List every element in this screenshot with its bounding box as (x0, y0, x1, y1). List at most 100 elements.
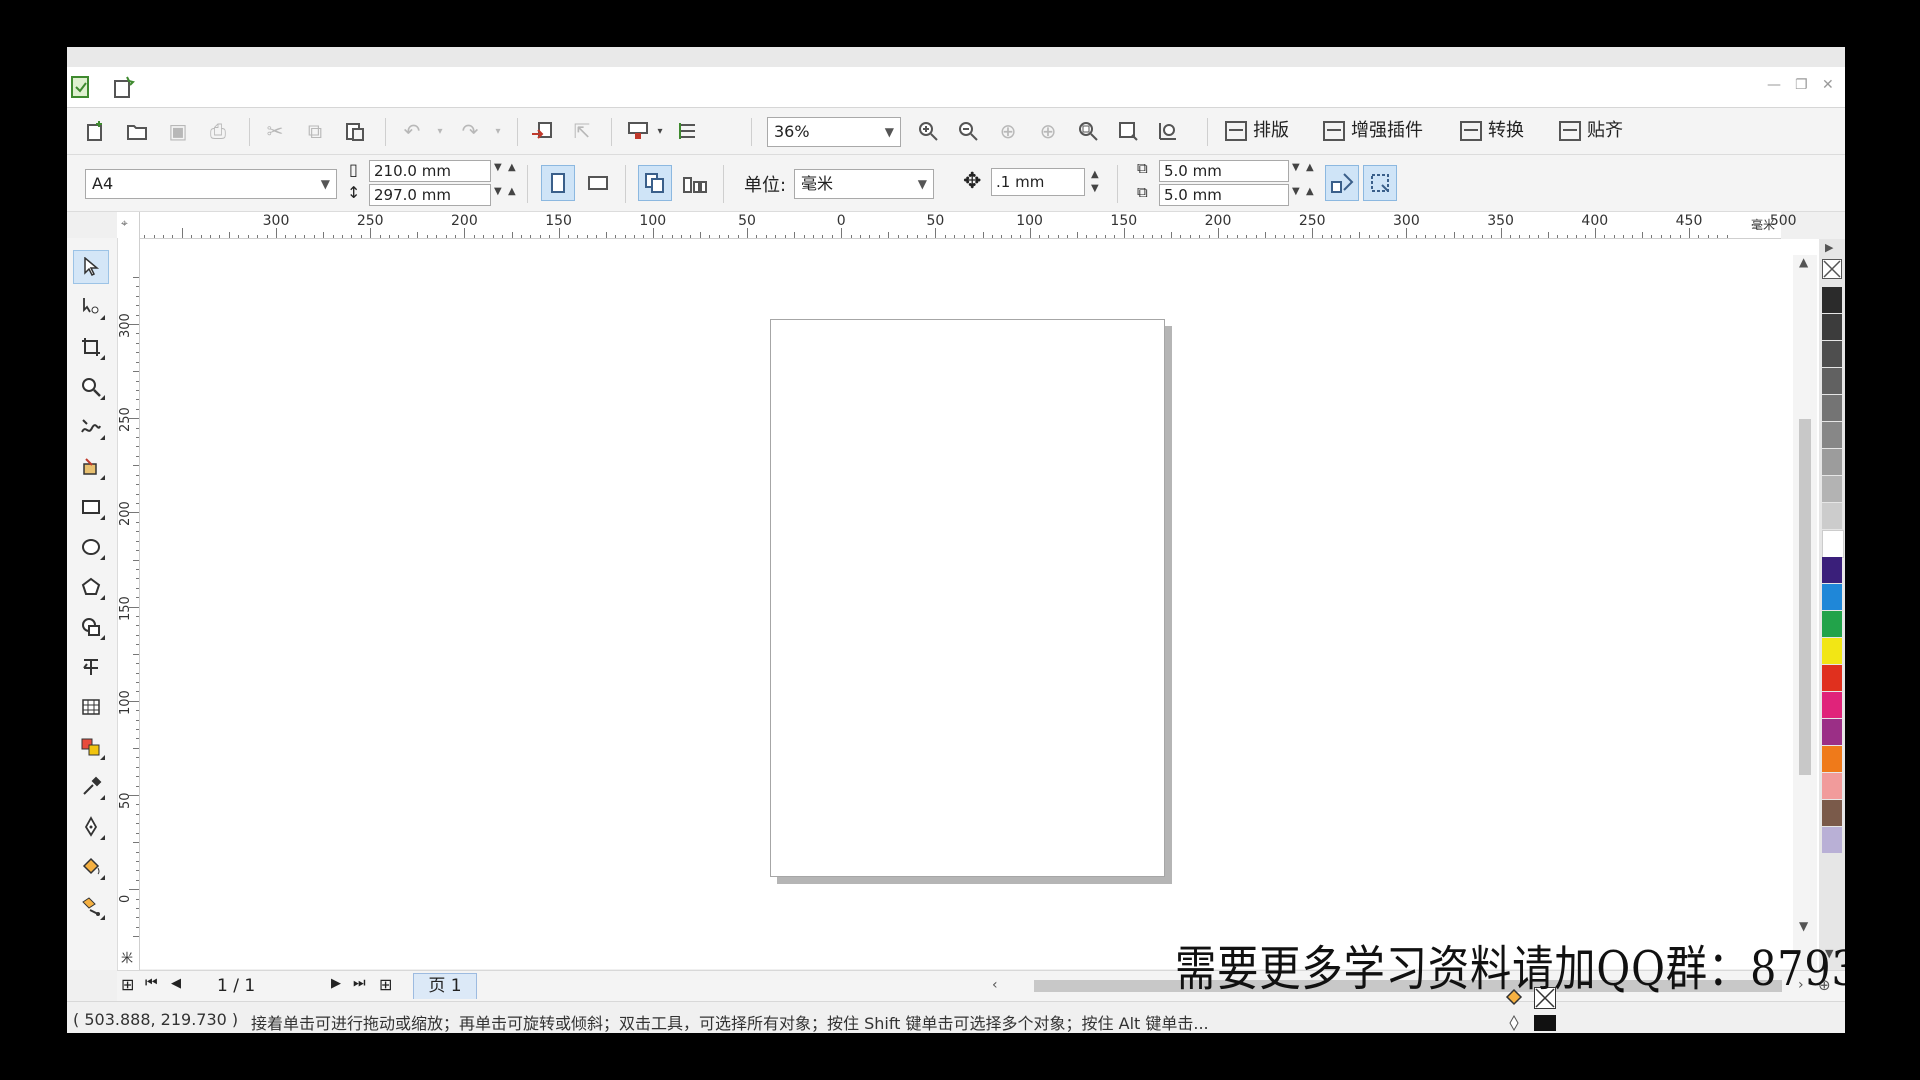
color-swatch[interactable] (1822, 827, 1842, 853)
import-icon[interactable] (527, 116, 557, 146)
color-swatch[interactable] (1822, 341, 1842, 367)
zoom-out-icon[interactable] (953, 116, 983, 146)
treat-as-filled-button[interactable] (1325, 165, 1359, 201)
zoom-tool[interactable] (73, 370, 109, 404)
publish-dropdown-icon[interactable]: ▾ (653, 116, 667, 146)
color-swatch[interactable] (1822, 665, 1842, 691)
shape-tool[interactable] (73, 290, 109, 324)
page-size-combo[interactable]: A4 ▼ (85, 169, 337, 199)
spin-down-icon[interactable]: ▼ (1091, 183, 1099, 194)
spin-down-icon[interactable]: ▼ (494, 162, 502, 173)
color-swatch[interactable] (1822, 314, 1842, 340)
color-swatch[interactable] (1822, 557, 1842, 583)
last-page-icon[interactable]: ⏭ (353, 975, 366, 991)
outline-pen-icon[interactable] (1503, 1014, 1525, 1032)
color-swatch[interactable] (1822, 638, 1842, 664)
zoom-page-height-icon[interactable] (1153, 116, 1183, 146)
ellipse-tool[interactable] (73, 530, 109, 564)
zoom-level-combo[interactable]: 36% ▼ (767, 117, 901, 147)
duplicate-y-input[interactable]: 5.0 mm (1159, 184, 1289, 206)
text-tool[interactable] (73, 650, 109, 684)
zoom-all-objects-icon[interactable]: ⊕ (1033, 116, 1063, 146)
color-swatch[interactable] (1822, 476, 1842, 502)
plugin-layout-button[interactable]: 排版 (1225, 116, 1289, 146)
vertical-ruler[interactable]: 米 300 250 200 150 100 50 0 (117, 238, 140, 970)
previous-page-icon[interactable]: ◀ (171, 976, 181, 991)
page-height-input[interactable]: 297.0 mm (369, 184, 491, 206)
page-width-input[interactable]: 210.0 mm (369, 160, 491, 182)
cut-icon[interactable]: ✂ (260, 116, 290, 146)
color-swatch[interactable] (1822, 395, 1842, 421)
spin-up-icon[interactable]: ▲ (1306, 186, 1314, 197)
landscape-button[interactable] (581, 165, 615, 201)
nudge-distance-input[interactable]: .1 mm (991, 168, 1085, 196)
polygon-tool[interactable] (73, 570, 109, 604)
color-swatch[interactable] (1822, 584, 1842, 610)
export-icon[interactable]: ⇱ (567, 116, 597, 146)
zoom-page-icon[interactable] (1073, 116, 1103, 146)
smart-fill-tool[interactable] (73, 450, 109, 484)
blend-tool[interactable] (73, 730, 109, 764)
outline-color-swatch[interactable] (1534, 1015, 1556, 1031)
color-swatch[interactable] (1822, 773, 1842, 799)
new-document-icon[interactable] (111, 75, 135, 99)
spin-up-icon[interactable]: ▲ (1091, 169, 1099, 180)
restore-icon[interactable]: ❐ (1795, 77, 1808, 93)
portrait-button[interactable] (541, 165, 575, 201)
outline-pen-tool[interactable] (73, 810, 109, 844)
spin-down-icon[interactable]: ▼ (1292, 162, 1300, 173)
color-swatch[interactable] (1822, 530, 1844, 558)
all-pages-button[interactable] (638, 165, 672, 201)
save-icon[interactable]: ▣ (163, 116, 193, 146)
add-page-after-icon[interactable]: ⊞ (379, 975, 392, 994)
no-fill-swatch[interactable] (1822, 259, 1842, 279)
vertical-scrollbar[interactable]: ▲ ▼ (1793, 255, 1817, 971)
a4-page[interactable] (770, 319, 1165, 877)
plugin-snap-button[interactable]: 贴齐 (1559, 116, 1623, 146)
unit-combo[interactable]: 毫米 ▼ (794, 169, 934, 199)
palette-scroll-up-icon[interactable]: ▶ (1825, 241, 1833, 254)
edit-nodes-button[interactable] (1363, 165, 1397, 201)
drawing-canvas[interactable] (140, 239, 1845, 969)
color-swatch[interactable] (1822, 287, 1842, 313)
fill-tool[interactable] (73, 850, 109, 884)
undo-dropdown-icon[interactable]: ▾ (433, 116, 447, 146)
minimize-icon[interactable]: — (1767, 77, 1781, 93)
page-tab-1[interactable]: 页 1 (413, 973, 477, 999)
vertical-scroll-thumb[interactable] (1799, 419, 1811, 775)
scroll-up-icon[interactable]: ▲ (1799, 255, 1808, 269)
rectangle-tool[interactable] (73, 490, 109, 524)
spin-up-icon[interactable]: ▲ (1306, 162, 1314, 173)
color-swatch[interactable] (1822, 449, 1842, 475)
add-page-before-icon[interactable]: ⊞ (121, 975, 134, 994)
print-icon[interactable]: ⎙ (203, 116, 233, 146)
undo-icon[interactable]: ↶ (397, 116, 427, 146)
table-tool[interactable] (73, 690, 109, 724)
open-icon[interactable] (122, 116, 152, 146)
eyedropper-tool[interactable] (73, 770, 109, 804)
redo-icon[interactable]: ↷ (455, 116, 485, 146)
scroll-left-icon[interactable]: ‹ (992, 977, 998, 993)
duplicate-x-input[interactable]: 5.0 mm (1159, 160, 1289, 182)
current-page-button[interactable] (678, 165, 712, 201)
crop-tool[interactable] (73, 330, 109, 364)
plugin-enhance-button[interactable]: 增强插件 (1323, 116, 1423, 146)
new-icon[interactable] (81, 116, 111, 146)
color-swatch[interactable] (1822, 368, 1842, 394)
color-swatch[interactable] (1822, 692, 1842, 718)
copy-icon[interactable]: ⧉ (300, 116, 330, 146)
color-swatch[interactable] (1822, 611, 1842, 637)
basic-shapes-tool[interactable] (73, 610, 109, 644)
publish-pdf-icon[interactable] (623, 116, 653, 146)
spin-down-icon[interactable]: ▼ (494, 186, 502, 197)
freehand-tool[interactable] (73, 410, 109, 444)
spin-up-icon[interactable]: ▲ (508, 162, 516, 173)
color-swatch[interactable] (1822, 719, 1842, 745)
ruler-origin[interactable]: ⌖ (117, 212, 140, 239)
close-icon[interactable]: ✕ (1822, 77, 1834, 93)
interactive-fill-tool[interactable] (73, 890, 109, 924)
plugin-convert-button[interactable]: 转换 (1460, 116, 1524, 146)
paste-icon[interactable] (340, 116, 370, 146)
first-page-icon[interactable]: ⏮ (145, 975, 158, 991)
color-swatch[interactable] (1822, 746, 1842, 772)
